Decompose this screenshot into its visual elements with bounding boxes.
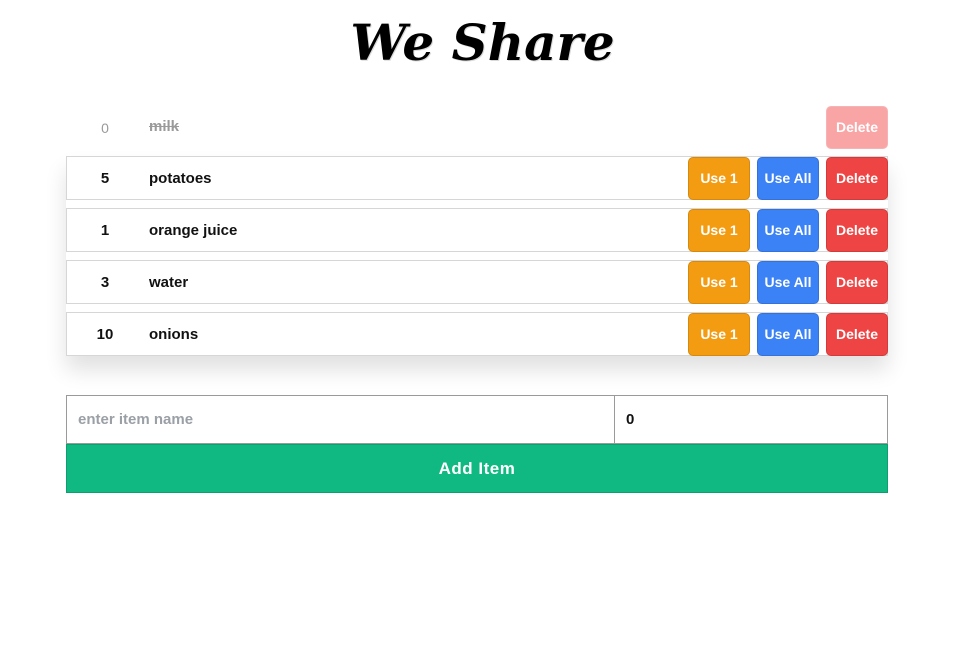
- use-all-button[interactable]: Use All: [757, 260, 819, 304]
- item-quantity: 3: [100, 273, 110, 291]
- add-item-inputs: [66, 395, 888, 444]
- delete-button[interactable]: Delete: [826, 208, 888, 252]
- use-all-button[interactable]: Use All: [757, 208, 819, 252]
- list-item: 5 potatoes Use 1 Use All Delete: [66, 156, 888, 200]
- list-item: 0 milk Delete: [66, 105, 888, 149]
- item-actions: Use 1 Use All Delete: [688, 260, 888, 304]
- item-actions: Use 1 Use All Delete: [688, 156, 888, 200]
- item-actions: Use 1 Use All Delete: [688, 208, 888, 252]
- list-item: 1 orange juice Use 1 Use All Delete: [66, 208, 888, 252]
- item-name-input[interactable]: [66, 395, 614, 444]
- item-quantity-input[interactable]: [614, 395, 888, 444]
- item-actions: Use 1 Use All Delete: [688, 312, 888, 356]
- item-name: potatoes: [149, 169, 212, 187]
- app-title: We Share: [350, 13, 615, 72]
- item-actions: Delete: [826, 105, 888, 149]
- delete-button[interactable]: Delete: [826, 260, 888, 304]
- add-item-button[interactable]: Add Item: [66, 444, 888, 493]
- use-all-button[interactable]: Use All: [757, 312, 819, 356]
- item-list: 0 milk Delete 5 potatoes Use 1 Use All D…: [66, 105, 888, 364]
- use-one-button[interactable]: Use 1: [688, 312, 750, 356]
- add-item-form: Add Item: [66, 395, 888, 493]
- use-one-button[interactable]: Use 1: [688, 208, 750, 252]
- use-one-button[interactable]: Use 1: [688, 156, 750, 200]
- item-name: milk: [149, 117, 180, 135]
- delete-button[interactable]: Delete: [826, 156, 888, 200]
- item-name: orange juice: [149, 221, 238, 239]
- item-name: onions: [149, 325, 199, 343]
- delete-button[interactable]: Delete: [826, 312, 888, 356]
- list-item: 10 onions Use 1 Use All Delete: [66, 312, 888, 356]
- item-quantity: 10: [96, 325, 114, 343]
- use-all-button[interactable]: Use All: [757, 156, 819, 200]
- use-one-button[interactable]: Use 1: [688, 260, 750, 304]
- list-item: 3 water Use 1 Use All Delete: [66, 260, 888, 304]
- item-quantity: 1: [100, 221, 110, 239]
- item-quantity: 5: [100, 169, 110, 187]
- item-name: water: [149, 273, 189, 291]
- item-quantity: 0: [101, 120, 109, 136]
- delete-button[interactable]: Delete: [826, 105, 888, 149]
